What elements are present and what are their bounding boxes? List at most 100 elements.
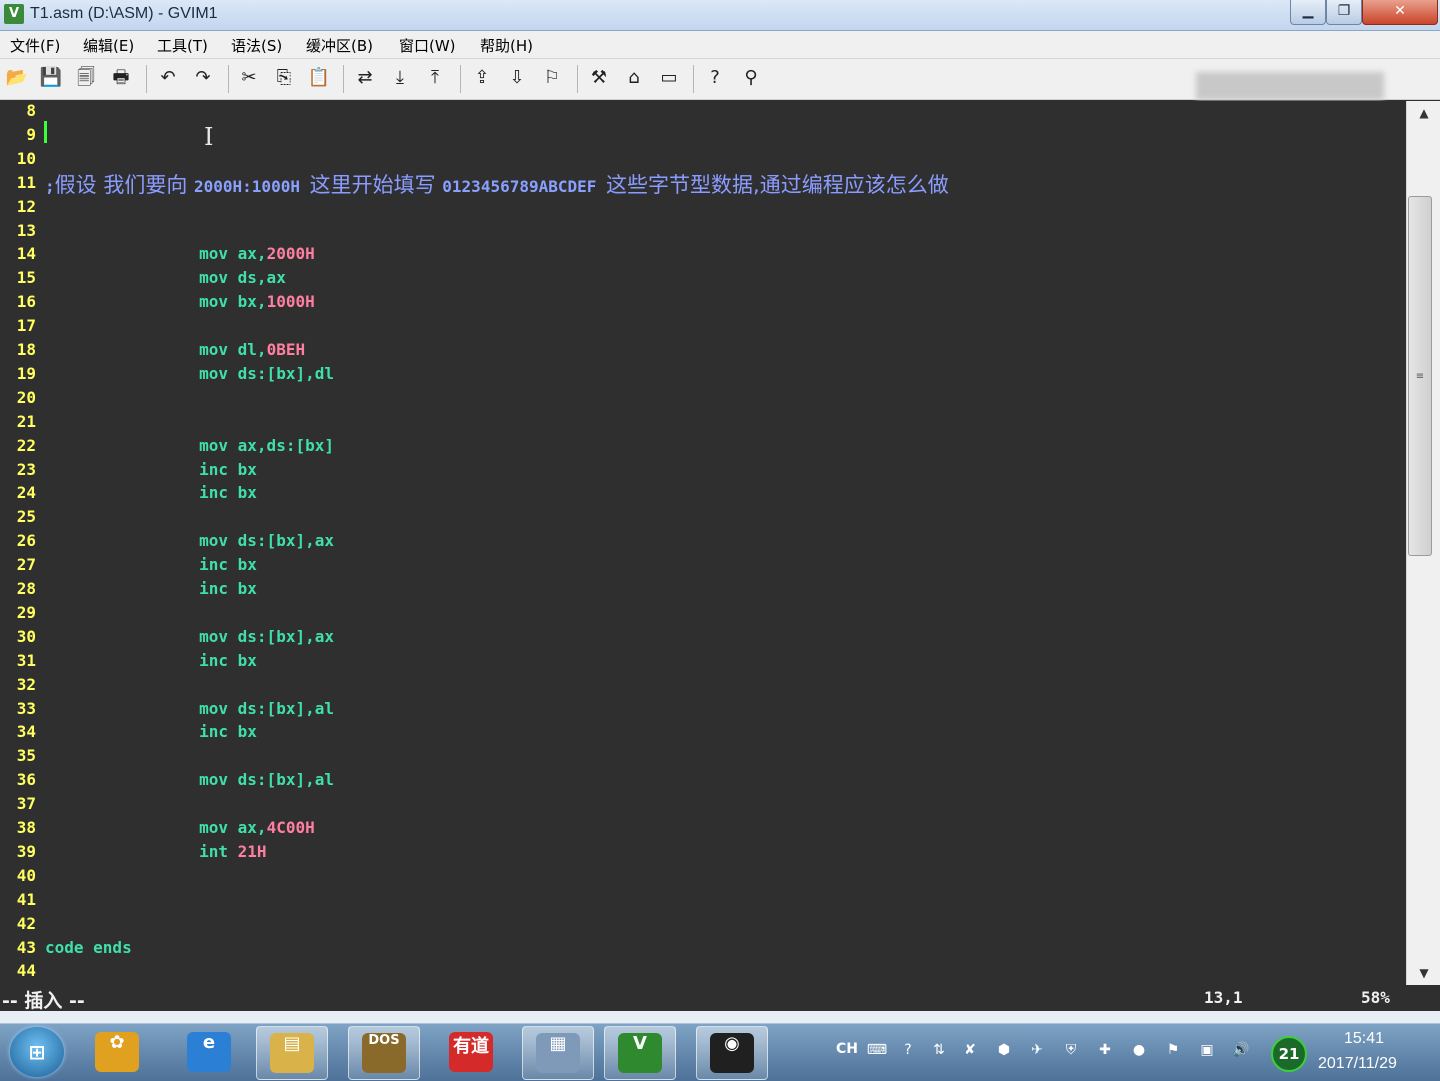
menu-buffers[interactable]: 缓冲区(B) — [306, 35, 373, 56]
code-token: mov dl, — [45, 340, 267, 359]
line-number: 33 — [16, 698, 36, 718]
code-line[interactable]: mov ds:[bx],ax — [45, 531, 334, 550]
window-bottom-border — [0, 1011, 1440, 1023]
help-icon[interactable]: ? — [702, 65, 728, 91]
save-icon[interactable]: 💾 — [38, 65, 64, 91]
save-session-icon[interactable]: ⇩ — [504, 65, 530, 91]
kingsoft-icon[interactable]: ✘ — [959, 1038, 981, 1062]
redo-icon[interactable]: ↷ — [190, 65, 216, 91]
code-line[interactable]: mov dl,0BEH — [45, 340, 305, 359]
notification-badge[interactable]: 21 — [1271, 1036, 1307, 1072]
network-icon[interactable]: ▣ — [1196, 1038, 1218, 1062]
taskbar-app-obs[interactable]: ◉ — [696, 1026, 768, 1080]
code-line[interactable]: mov ax,2000H — [45, 244, 315, 263]
minimize-button[interactable]: ▁ — [1290, 0, 1326, 25]
code-token: inc bx — [45, 650, 257, 670]
cut-icon[interactable]: ✂ — [236, 65, 262, 91]
flag-icon[interactable]: ⚑ — [1162, 1038, 1184, 1062]
line-number: 41 — [16, 889, 36, 909]
find-next-icon[interactable]: ⤓ — [387, 65, 413, 91]
code-line[interactable]: mov ax,4C00H — [45, 818, 315, 837]
scrollbar-thumb[interactable]: ≡ — [1408, 196, 1432, 556]
volume-icon[interactable]: 🔊 — [1230, 1038, 1252, 1062]
tags-icon[interactable]: ▭ — [656, 65, 682, 91]
security-shield-icon[interactable]: ⛨ — [1060, 1038, 1082, 1062]
menu-tools[interactable]: 工具(T) — [157, 35, 208, 56]
taskbar-app-dosbox[interactable]: DOS — [348, 1026, 420, 1080]
start-button[interactable]: ⊞ — [10, 1027, 64, 1077]
print-icon[interactable]: 🖶 — [108, 65, 134, 91]
copy-icon[interactable]: ⎘ — [271, 65, 297, 91]
save-all-icon[interactable]: 🗐 — [73, 65, 99, 91]
code-line[interactable]: int 21H — [45, 842, 266, 861]
toolbar-separator — [343, 65, 344, 93]
close-button[interactable]: ✕ — [1362, 0, 1438, 25]
clock-time[interactable]: 15:41 — [1344, 1030, 1384, 1048]
code-line[interactable]: mov ax,ds:[bx] — [45, 436, 334, 455]
paste-icon[interactable]: 📋 — [306, 65, 332, 91]
scroll-percent: 58% — [1361, 988, 1390, 1007]
undo-icon[interactable]: ↶ — [155, 65, 181, 91]
keyboard-icon[interactable]: ⌨ — [866, 1038, 888, 1062]
satellite-icon[interactable]: ✈ — [1026, 1038, 1048, 1062]
taskbar-app-gvim[interactable]: V — [604, 1026, 676, 1080]
code-line[interactable]: mov ds:[bx],al — [45, 770, 334, 789]
line-number: 28 — [16, 579, 36, 598]
scroll-up-icon[interactable]: ▲ — [1407, 103, 1440, 123]
network-arrows-icon[interactable]: ⇅ — [928, 1038, 950, 1062]
open-icon[interactable]: 📂 — [4, 65, 30, 91]
taskbar-app-internet-explorer[interactable]: e — [174, 1026, 244, 1078]
menu-syntax[interactable]: 语法(S) — [231, 35, 282, 56]
taskbar-app-youdao-dictionary[interactable]: 有道 — [436, 1026, 506, 1078]
code-line[interactable]: inc bx — [45, 579, 257, 598]
taskbar-app-file-explorer[interactable]: ▤ — [256, 1026, 328, 1080]
scroll-down-icon[interactable]: ▼ — [1407, 963, 1440, 983]
code-line[interactable]: ;假设 我们要向 2000H:1000H 这里开始填写 0123456789AB… — [45, 169, 949, 199]
mode-indicator: -- 插入 -- — [2, 990, 85, 1012]
code-line[interactable]: inc bx — [45, 555, 257, 574]
comment-text: ; — [45, 176, 55, 196]
taskbar-app-colorful-app[interactable]: ✿ — [82, 1026, 152, 1078]
line-number: 22 — [16, 435, 36, 455]
red-app-icon[interactable]: ● — [1128, 1038, 1150, 1062]
menu-help[interactable]: 帮助(H) — [480, 35, 533, 56]
clock-date[interactable]: 2017/11/29 — [1318, 1055, 1397, 1073]
line-number: 20 — [16, 387, 36, 407]
help-icon[interactable]: ? — [897, 1038, 919, 1062]
code-line[interactable]: inc bx — [45, 483, 257, 502]
load-session-icon[interactable]: ⇪ — [469, 65, 495, 91]
code-line[interactable]: mov bx,1000H — [45, 292, 315, 311]
vim-icon[interactable]: V — [4, 4, 24, 24]
line-number: 38 — [16, 818, 36, 837]
menu-window[interactable]: 窗口(W) — [399, 35, 456, 56]
maximize-button[interactable]: ❐ — [1326, 0, 1362, 25]
code-line[interactable]: code ends — [45, 938, 132, 957]
line-number: 8 — [26, 101, 36, 120]
grip-icon: ≡ — [1415, 371, 1425, 382]
replace-icon[interactable]: ⇄ — [352, 65, 378, 91]
run-script-icon[interactable]: ⚐ — [539, 65, 565, 91]
plus-green-icon[interactable]: ✚ — [1094, 1038, 1116, 1062]
make-icon[interactable]: ⚒ — [586, 65, 612, 91]
line-number: 31 — [16, 650, 36, 670]
taskbar-app-calculator[interactable]: ▦ — [522, 1026, 594, 1080]
code-line[interactable]: mov ds:[bx],ax — [45, 627, 334, 646]
code-token: mov ds:[bx],ax — [45, 626, 334, 646]
menu-file[interactable]: 文件(F) — [10, 35, 60, 56]
code-line[interactable]: inc bx — [45, 722, 257, 741]
comment-text: 假设 我们要向 — [54, 172, 194, 197]
editor-area[interactable]: 8 9 10 11 ;假设 我们要向 2000H:1000H 这里开始填写 012345… — [0, 101, 1406, 985]
comment-text: 这些字节型数据,通过编程应该怎么做 — [606, 172, 949, 197]
code-line[interactable]: mov ds:[bx],al — [45, 699, 334, 718]
shield-green-icon[interactable]: ⬢ — [993, 1038, 1015, 1062]
code-line[interactable]: inc bx — [45, 460, 257, 479]
code-line[interactable]: inc bx — [45, 651, 257, 670]
find-help-icon[interactable]: ⚲ — [738, 65, 764, 91]
code-line[interactable]: mov ds,ax — [45, 268, 286, 287]
menu-edit[interactable]: 编辑(E) — [83, 35, 134, 56]
language-indicator[interactable]: CH — [836, 1041, 858, 1057]
code-line[interactable]: mov ds:[bx],dl — [45, 364, 334, 383]
find-prev-icon[interactable]: ⤒ — [422, 65, 448, 91]
shell-icon[interactable]: ⌂ — [621, 65, 647, 91]
toolbar-separator — [693, 65, 694, 93]
